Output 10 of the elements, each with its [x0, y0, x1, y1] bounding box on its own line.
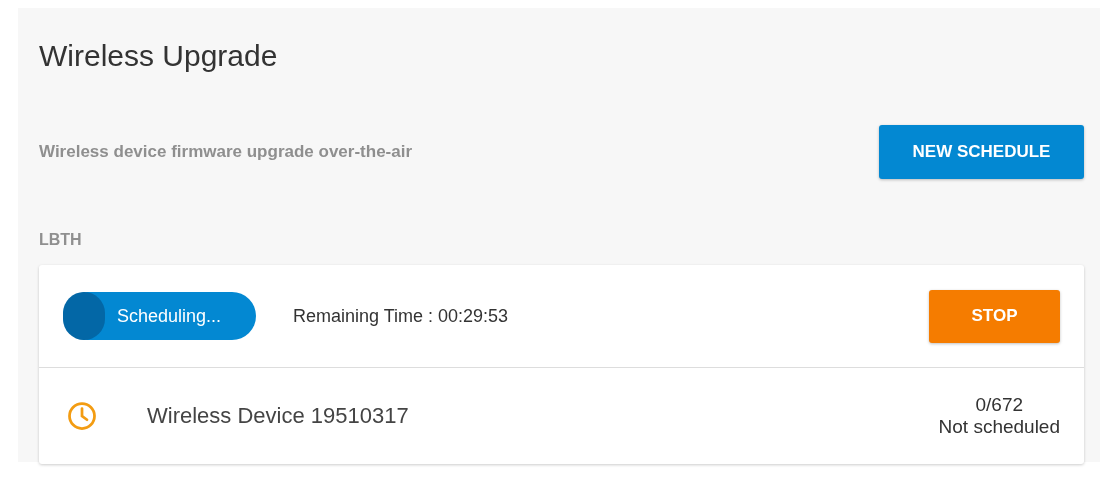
remaining-time: Remaining Time : 00:29:53: [293, 305, 509, 327]
status-pill: Scheduling...: [63, 292, 256, 340]
device-state: Not scheduled: [938, 416, 1060, 438]
page-title: Wireless Upgrade: [39, 38, 279, 74]
stop-button[interactable]: STOP: [929, 289, 1060, 343]
device-name: Wireless Device 19510317: [147, 403, 409, 429]
new-schedule-button[interactable]: NEW SCHEDULE: [879, 125, 1084, 179]
page-subtitle: Wireless device firmware upgrade over-the-air: [39, 142, 413, 162]
clock-icon: [67, 401, 97, 431]
group-label: LBTH: [39, 231, 83, 249]
